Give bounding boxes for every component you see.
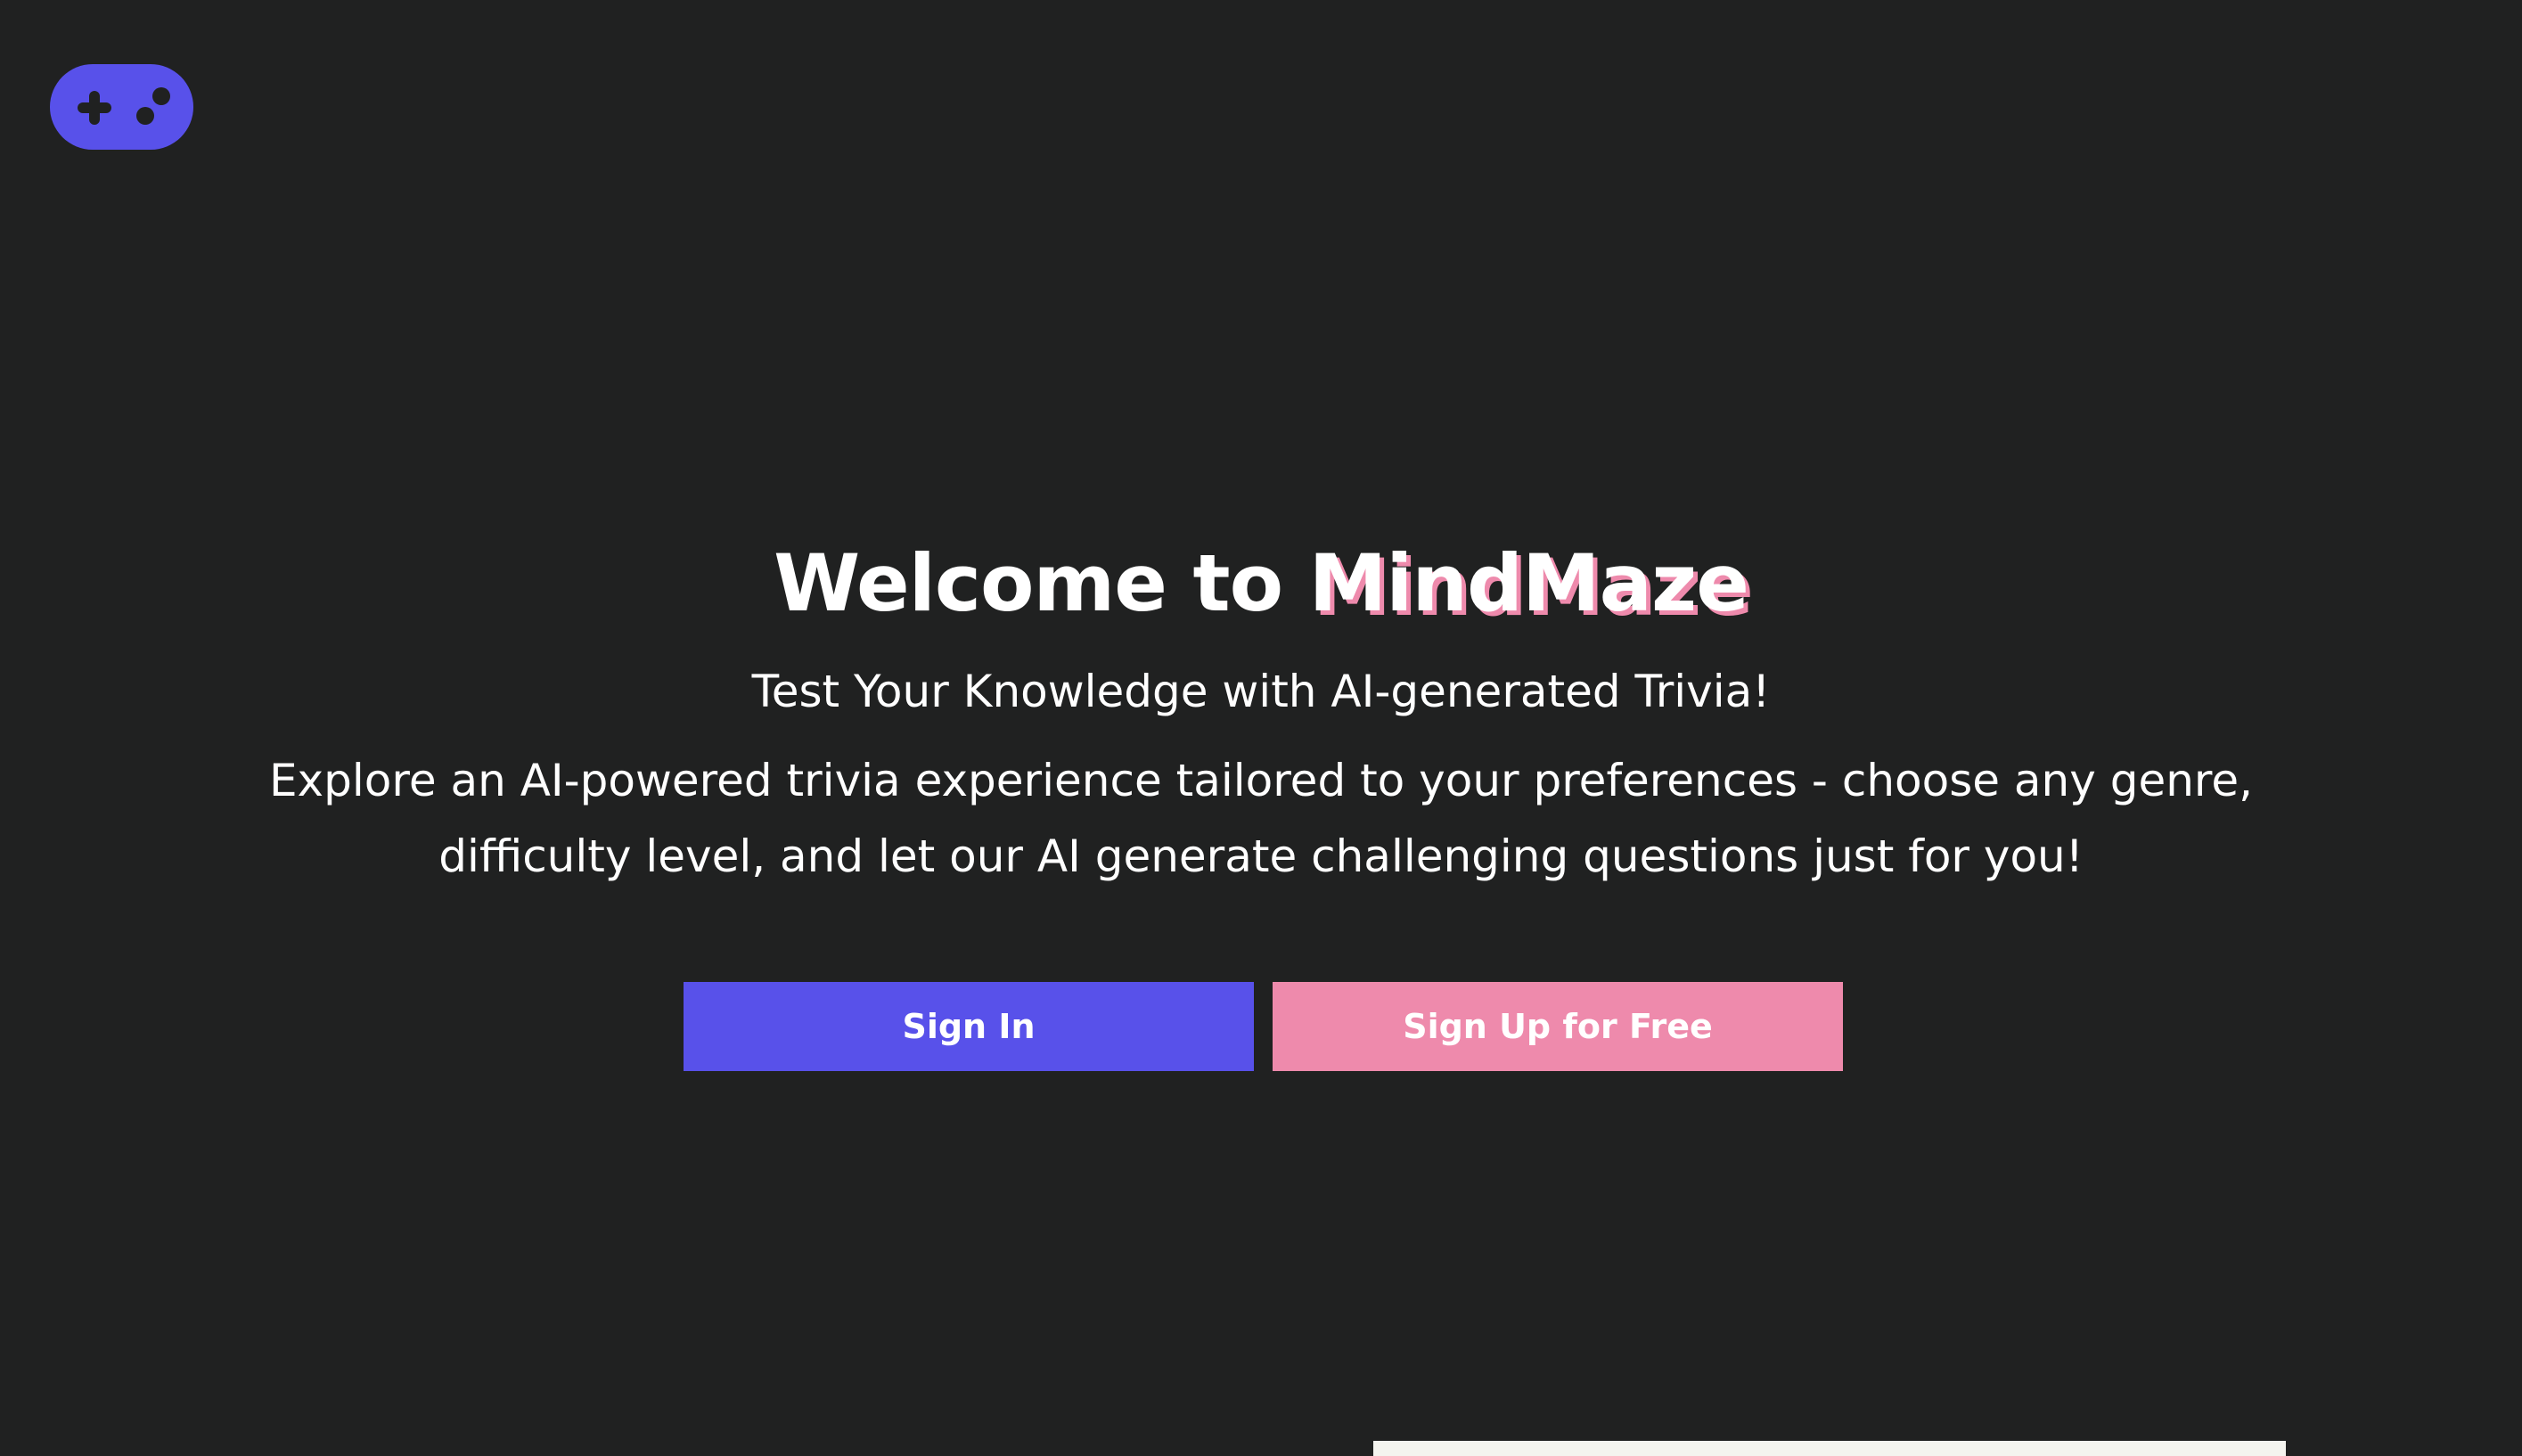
sign-in-button[interactable]: Sign In — [684, 982, 1254, 1071]
landing-page: Welcome to MindMaze Test Your Knowledge … — [0, 0, 2522, 1456]
sign-up-button[interactable]: Sign Up for Free — [1273, 982, 1843, 1071]
gamepad-icon — [78, 87, 170, 125]
hero-section: Welcome to MindMaze Test Your Knowledge … — [0, 526, 2522, 895]
hero-description: Explore an AI-powered trivia experience … — [268, 755, 2254, 882]
page-title: Welcome to MindMaze — [0, 526, 2522, 642]
content-card-edge — [1373, 1441, 2286, 1456]
title-prefix: Welcome to — [774, 537, 1309, 629]
brand-name: MindMaze — [1308, 537, 1749, 629]
hero-subtitle: Test Your Knowledge with AI-generated Tr… — [751, 666, 1771, 717]
gamepad-logo[interactable] — [50, 64, 193, 150]
